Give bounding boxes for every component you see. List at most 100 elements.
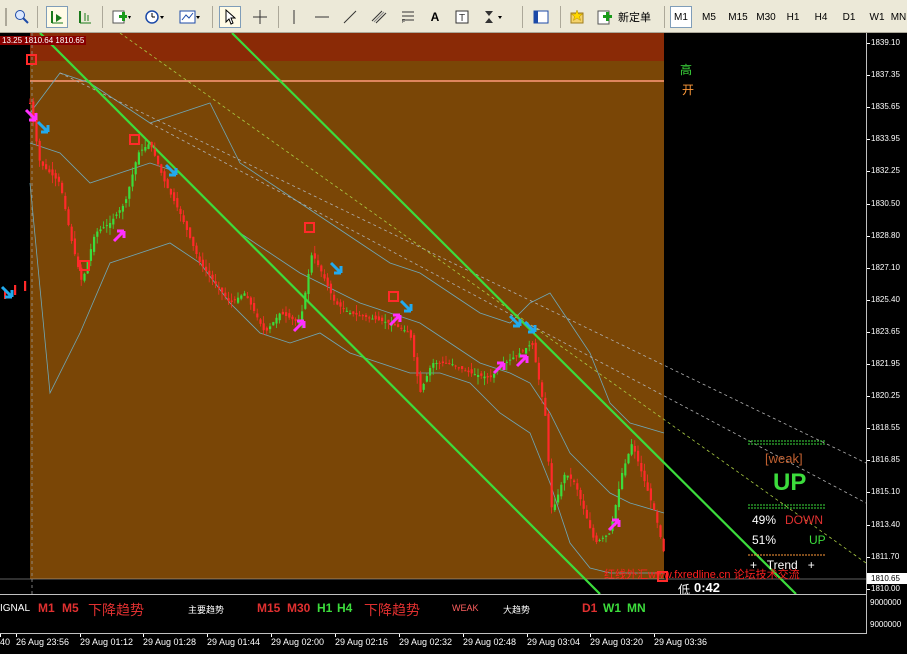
candle-body	[221, 287, 224, 293]
candle-body	[29, 102, 32, 104]
candle-body	[205, 266, 208, 271]
tf-m1[interactable]: M1	[670, 6, 692, 28]
candle-body	[585, 509, 588, 519]
open-label: 开	[682, 83, 695, 97]
candle-body	[320, 265, 323, 272]
tf-h1[interactable]: H1	[780, 6, 806, 28]
candle-body	[544, 397, 547, 416]
candle-body	[182, 215, 185, 222]
indicators-icon[interactable]	[109, 6, 135, 28]
fibonacci-icon[interactable]: F	[398, 6, 418, 28]
candle-body	[633, 445, 636, 452]
tf-signal-mn: MN	[627, 601, 646, 615]
candle-body	[451, 364, 454, 366]
tf-signal-w1: W1	[603, 601, 621, 615]
tf-d1[interactable]: D1	[836, 6, 862, 28]
candle-body	[659, 525, 662, 537]
candle-body	[342, 308, 345, 310]
candle-body	[547, 413, 550, 462]
low-label: 低	[678, 583, 691, 594]
candle-body	[419, 373, 422, 392]
candle-body	[656, 511, 659, 523]
tf-m15[interactable]: M15	[724, 6, 752, 28]
candle-body	[121, 205, 124, 212]
text-tool-icon[interactable]: A	[425, 6, 445, 28]
arrows-icon[interactable]	[480, 6, 508, 28]
candle-body	[377, 316, 380, 321]
time-tick: 29 Aug 02:48	[463, 634, 517, 647]
navigator-icon[interactable]	[530, 6, 552, 28]
svg-text:F: F	[402, 19, 405, 24]
price-tick: 1813.40	[867, 519, 900, 529]
candle-body	[128, 186, 131, 199]
tf-m30[interactable]: M30	[752, 6, 780, 28]
candle-body	[505, 361, 508, 363]
candle-body	[397, 324, 400, 327]
chart-shift-icon[interactable]	[74, 6, 96, 28]
favorites-icon[interactable]	[566, 6, 588, 28]
big-trend-label: 大趋势	[503, 605, 531, 615]
tf-m5[interactable]: M5	[696, 6, 722, 28]
main-trend-label: 主要趋势	[188, 605, 225, 615]
time-tick: 29 Aug 02:32	[399, 634, 453, 647]
candle-body	[208, 270, 211, 276]
candle-body	[413, 335, 416, 357]
channel-icon[interactable]	[368, 6, 390, 28]
new-order-button[interactable]: 新定单	[596, 6, 660, 28]
candle-body	[160, 164, 163, 173]
candle-body	[105, 225, 108, 227]
price-tick: 1823.65	[867, 326, 900, 336]
metatrader-window: F A T 新定单 M1 M5 M15 M30 H1 H4 D1 W1 MN 1…	[0, 0, 907, 654]
price-tick: 1820.25	[867, 391, 900, 401]
text-label-icon[interactable]: T	[452, 6, 472, 28]
candle-body	[41, 161, 44, 166]
vertical-line-icon[interactable]	[284, 6, 304, 28]
watermark-url: www.fxredline.cn 论坛技术交流	[648, 569, 800, 581]
candle-body	[509, 359, 512, 361]
candle-body	[640, 462, 643, 472]
time-tick: 26 Aug 23:56	[16, 634, 70, 647]
candle-body	[592, 527, 595, 538]
candle-body	[99, 229, 102, 232]
tf-h4[interactable]: H4	[808, 6, 834, 28]
candle-body	[473, 374, 476, 376]
tf-w1[interactable]: W1	[864, 6, 890, 28]
candle-body	[477, 375, 480, 377]
time-tick: 29 Aug 02:16	[335, 634, 389, 647]
zoom-in-icon[interactable]	[11, 6, 33, 28]
crosshair-icon[interactable]	[249, 6, 271, 28]
candle-body	[278, 313, 281, 321]
candle-body	[45, 164, 48, 169]
price-tick: 1810.00	[867, 583, 900, 593]
candle-body	[51, 169, 54, 176]
candle-body	[294, 319, 297, 321]
trendline-icon[interactable]	[340, 6, 360, 28]
candle-body	[400, 327, 403, 329]
candle-body	[333, 294, 336, 301]
horizontal-line-icon[interactable]	[312, 6, 332, 28]
candle-body	[304, 292, 307, 309]
periods-icon[interactable]	[142, 6, 168, 28]
candle-body	[566, 475, 569, 478]
down-percent: 49%	[752, 513, 777, 527]
candle-body	[125, 199, 128, 203]
candle-body	[153, 149, 156, 156]
candle-body	[384, 321, 387, 323]
candle-body	[601, 537, 604, 539]
signal-up-label: UP	[773, 469, 807, 496]
price-chart[interactable]: 13.25 1810.64 1810.65 高 开 [weak] UP 49% …	[0, 33, 866, 594]
time-tick: 29 Aug 02:00	[271, 634, 325, 647]
price-axis[interactable]: 1839.10 1837.35 1835.65 1833.95 1832.25 1830.…	[866, 33, 907, 594]
candle-body	[147, 144, 150, 149]
autoscroll-icon[interactable]	[46, 6, 68, 28]
candle-body	[240, 295, 243, 299]
cursor-icon[interactable]	[219, 6, 241, 28]
candle-body	[371, 318, 374, 320]
candle-body	[416, 357, 419, 377]
candle-body	[358, 315, 361, 317]
candle-body	[179, 208, 182, 214]
candle-body	[288, 313, 291, 318]
short-trend: 下降趋势	[88, 602, 144, 618]
tf-mn[interactable]: MN	[890, 6, 907, 28]
templates-icon[interactable]	[176, 6, 204, 28]
